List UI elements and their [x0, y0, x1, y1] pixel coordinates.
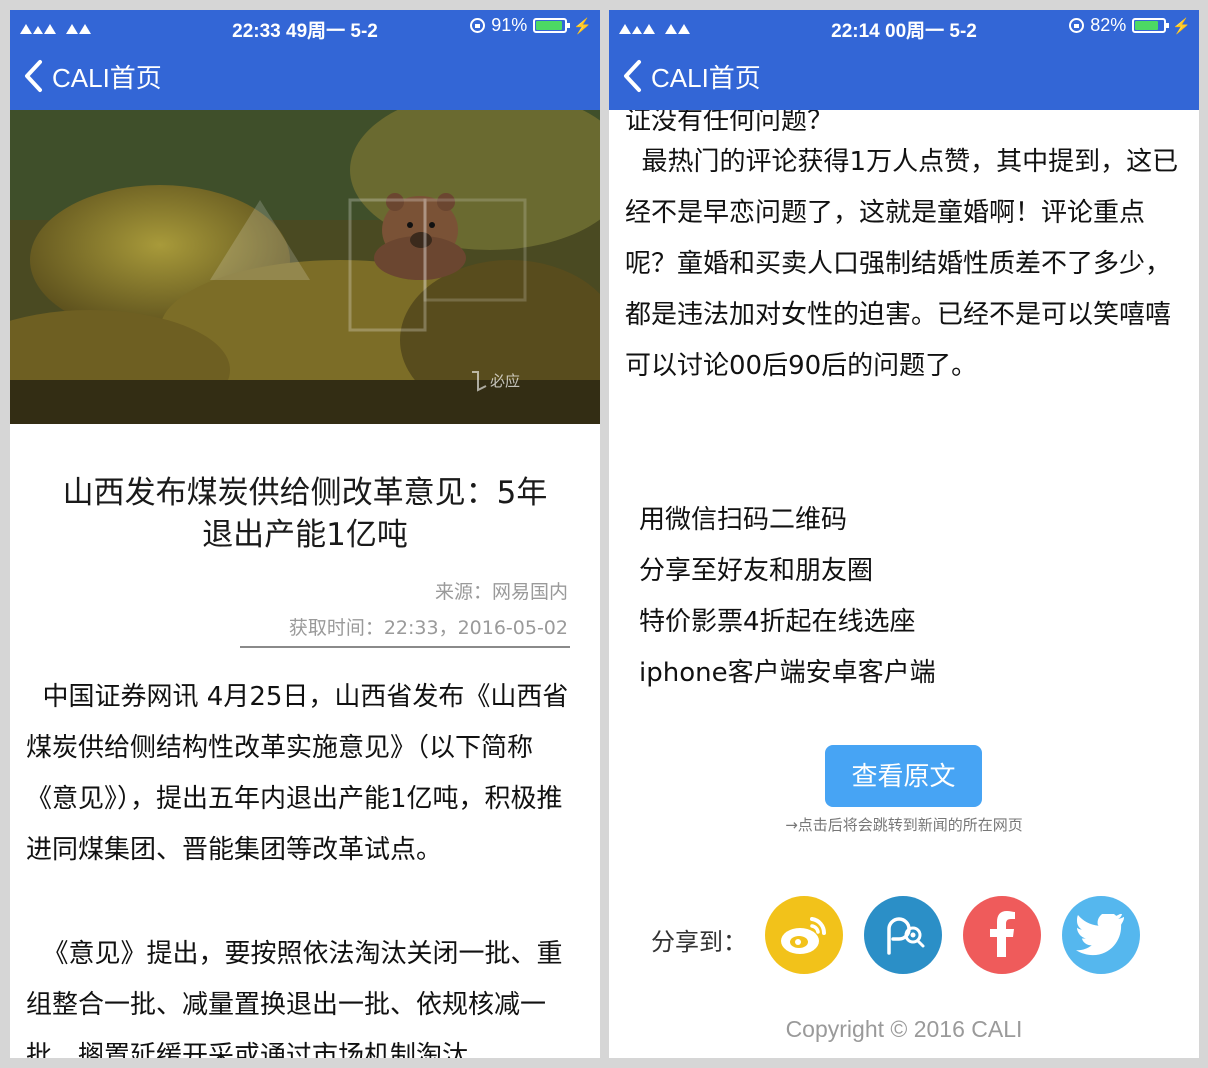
article-title: 山西发布煤炭供给侧改革意见：5年退出产能1亿吨: [62, 475, 548, 553]
chevron-left-icon: [624, 60, 641, 92]
share-twitter-button[interactable]: [1062, 896, 1140, 974]
battery-percent: 82%: [1090, 15, 1127, 35]
nav-title: CALI首页: [651, 62, 761, 93]
copyright-text: Copyright © 2016 CALI: [785, 1016, 1023, 1042]
status-bar: 22:14 00周一 5-2 82% ⚡: [609, 10, 1199, 42]
article-paragraph: 中国证券网讯 4月25日，山西省发布《山西省煤炭供给侧结构性改革实施意见》（以下…: [26, 682, 569, 865]
back-button[interactable]: CALI首页: [621, 56, 761, 96]
right-screen: 证没有任何问题？ 最热门的评论获得1万人点赞，其中提到，这已经不是早恋问题了，这…: [609, 10, 1199, 1058]
back-button[interactable]: CALI首页: [22, 56, 162, 96]
promo-line: 分享至好友和朋友圈: [639, 556, 874, 586]
charging-icon: ⚡: [1172, 17, 1191, 35]
promo-line: 特价影票4折起在线选座: [639, 607, 916, 637]
rotation-lock-icon: [470, 18, 486, 33]
battery-percent: 91%: [491, 15, 528, 35]
share-label: 分享到：: [651, 928, 747, 956]
battery-icon: [533, 18, 571, 33]
article-fetch-time: 获取时间：22:33，2016-05-02: [288, 617, 568, 639]
view-original-button[interactable]: 查看原文: [825, 745, 982, 807]
share-weibo-button[interactable]: [765, 896, 843, 974]
status-right: 91% ⚡: [470, 15, 592, 36]
promo-line: 用微信扫码二维码: [639, 505, 848, 535]
battery-icon: [1132, 18, 1170, 33]
charging-icon: ⚡: [573, 17, 592, 35]
rotation-lock-icon: [1069, 18, 1085, 33]
redirect-hint: →点击后将会跳转到新闻的所在网页: [785, 816, 1023, 834]
hero-image: 必应: [10, 110, 600, 424]
share-wechat-moments-button[interactable]: [864, 896, 942, 974]
promo-line: iphone客户端安卓客户端: [639, 658, 936, 688]
weibo-icon: [781, 917, 827, 954]
article-paragraph: 《意见》提出，要按照依法淘汰关闭一批、重组整合一批、减量置换退出一批、依规核减一…: [26, 939, 563, 1058]
article-source: 来源：网易国内: [434, 581, 568, 603]
nav-bar: CALI首页: [609, 42, 1199, 110]
wechat-moments-icon: [887, 917, 925, 955]
nav-title: CALI首页: [52, 62, 162, 93]
status-bar: 22:33 49周一 5-2 91% ⚡: [10, 10, 600, 42]
article-paragraph: 最热门的评论获得1万人点赞，其中提到，这已经不是早恋问题了，这就是童婚啊！评论重…: [625, 147, 1179, 381]
left-screen: 22:33 49周一 5-2 91% ⚡ CALI首页 必应 山西发布煤炭供给侧…: [10, 10, 600, 1058]
chevron-left-icon: [25, 60, 42, 92]
share-facebook-button[interactable]: [963, 896, 1041, 974]
nav-bar: CALI首页: [10, 42, 600, 110]
meta-divider: [240, 646, 570, 648]
status-right: 82% ⚡: [1069, 15, 1191, 36]
twitter-icon: [1076, 914, 1125, 956]
facebook-icon: [990, 911, 1015, 957]
watermark-text: 必应: [490, 372, 520, 390]
